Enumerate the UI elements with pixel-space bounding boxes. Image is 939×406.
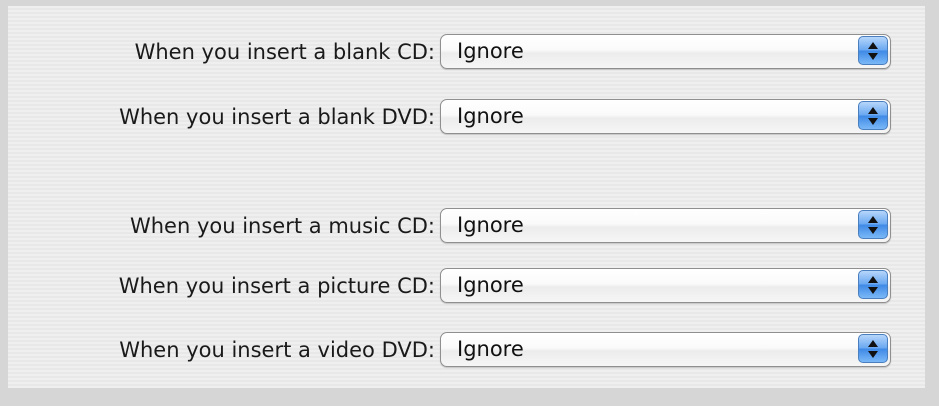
up-down-arrows-icon bbox=[858, 270, 888, 299]
music-cd-row: When you insert a music CD: Ignore bbox=[8, 206, 925, 246]
music-cd-popup-button[interactable]: Ignore bbox=[440, 208, 891, 243]
video-dvd-row: When you insert a video DVD: Ignore bbox=[8, 330, 925, 370]
blank-cd-selected-value: Ignore bbox=[457, 39, 524, 63]
video-dvd-popup-button[interactable]: Ignore bbox=[440, 332, 891, 367]
blank-cd-label: When you insert a blank CD: bbox=[134, 40, 435, 64]
up-down-arrows-icon bbox=[858, 334, 888, 363]
up-down-arrows-icon bbox=[858, 101, 888, 130]
blank-cd-row: When you insert a blank CD: Ignore bbox=[8, 32, 925, 72]
picture-cd-row: When you insert a picture CD: Ignore bbox=[8, 266, 925, 306]
picture-cd-popup-button[interactable]: Ignore bbox=[440, 268, 891, 303]
blank-cd-popup-button[interactable]: Ignore bbox=[440, 34, 891, 69]
video-dvd-label: When you insert a video DVD: bbox=[119, 338, 435, 362]
blank-dvd-popup-button[interactable]: Ignore bbox=[440, 99, 891, 134]
blank-dvd-label: When you insert a blank DVD: bbox=[119, 105, 435, 129]
video-dvd-selected-value: Ignore bbox=[457, 337, 524, 361]
blank-dvd-row: When you insert a blank DVD: Ignore bbox=[8, 97, 925, 137]
blank-dvd-selected-value: Ignore bbox=[457, 104, 524, 128]
music-cd-selected-value: Ignore bbox=[457, 213, 524, 237]
picture-cd-selected-value: Ignore bbox=[457, 273, 524, 297]
cd-dvd-preferences-panel: When you insert a blank CD: Ignore When … bbox=[8, 6, 925, 388]
music-cd-label: When you insert a music CD: bbox=[129, 214, 435, 238]
up-down-arrows-icon bbox=[858, 210, 888, 239]
up-down-arrows-icon bbox=[858, 36, 888, 65]
picture-cd-label: When you insert a picture CD: bbox=[118, 274, 435, 298]
